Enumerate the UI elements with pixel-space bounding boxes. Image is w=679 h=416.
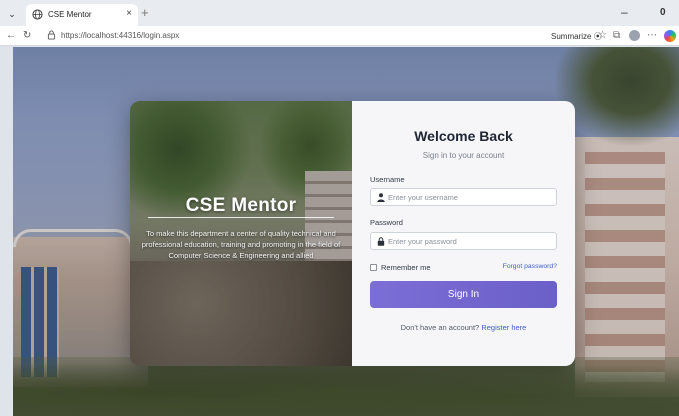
refresh-icon[interactable]: ↻ <box>23 29 31 43</box>
padlock-icon <box>377 237 385 246</box>
url-field[interactable]: https://localhost:44316/login.aspx <box>61 31 179 40</box>
register-row: Don't have an account? Register here <box>352 323 575 332</box>
collections-icon[interactable]: ⧉ <box>613 29 620 43</box>
more-icon[interactable]: ⋯ <box>647 29 657 43</box>
summarize-button[interactable]: Summarize ⦿ <box>551 31 602 42</box>
copilot-icon[interactable] <box>664 30 676 42</box>
maximize-window-button[interactable]: 0 <box>660 7 666 18</box>
back-icon[interactable]: ← <box>6 29 16 43</box>
new-tab-button[interactable]: + <box>141 6 149 20</box>
tab-actions-icon[interactable]: ⌄ <box>5 7 19 21</box>
tab-title: CSE Mentor <box>48 10 92 19</box>
register-link[interactable]: Register here <box>481 323 526 332</box>
password-input[interactable] <box>388 234 553 248</box>
remember-me-checkbox[interactable] <box>370 264 377 271</box>
login-title: Welcome Back <box>414 128 513 144</box>
globe-icon <box>32 9 43 20</box>
password-field[interactable] <box>370 232 557 250</box>
username-field[interactable] <box>370 188 557 206</box>
favorite-icon[interactable]: ☆ <box>598 29 607 43</box>
login-card: CSE Mentor To make this department a cen… <box>130 101 575 366</box>
login-form-panel: Welcome Back Sign in to your account Use… <box>352 101 575 366</box>
browser-tab-bar: ⌄ CSE Mentor × + – 0 <box>0 0 679 26</box>
password-label: Password <box>370 218 403 227</box>
forgot-password-link[interactable]: Forgot password? <box>503 263 557 270</box>
minimize-window-button[interactable]: – <box>621 5 628 19</box>
brand-title: CSE Mentor <box>185 195 297 216</box>
brand-description: To make this department a center of qual… <box>141 229 341 260</box>
profile-icon[interactable] <box>629 30 640 41</box>
brand-divider <box>148 217 334 218</box>
address-bar: ← ↻ https://localhost:44316/login.aspx S… <box>0 26 679 46</box>
remember-me-label[interactable]: Remember me <box>381 263 431 272</box>
summarize-label: Summarize <box>551 32 592 41</box>
browser-tab[interactable]: CSE Mentor × <box>26 4 138 26</box>
username-label: Username <box>370 175 405 184</box>
register-prompt: Don't have an account? <box>400 323 480 332</box>
login-subtitle: Sign in to your account <box>422 151 505 160</box>
lock-icon <box>47 30 56 40</box>
user-icon <box>377 193 385 202</box>
username-input[interactable] <box>388 190 553 204</box>
brand-panel: CSE Mentor To make this department a cen… <box>130 101 352 366</box>
close-tab-icon[interactable]: × <box>126 8 132 19</box>
sign-in-button[interactable]: Sign In <box>370 281 557 308</box>
